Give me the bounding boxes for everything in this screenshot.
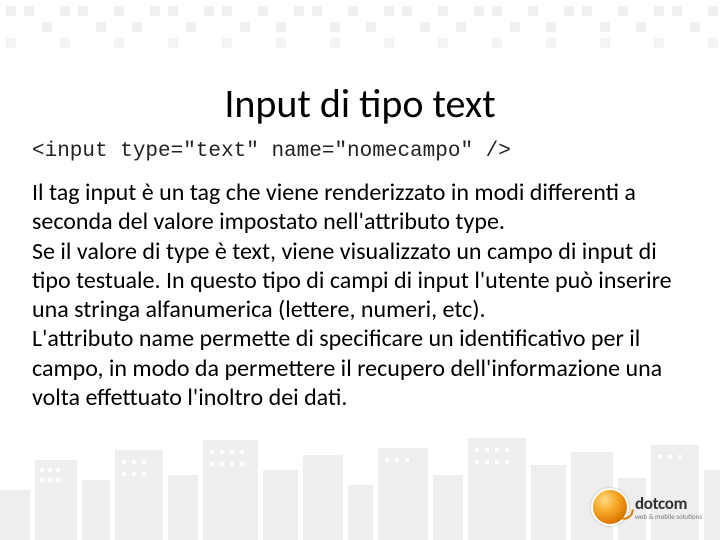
logo: dotcom web & mobile solutions: [591, 488, 702, 526]
logo-sphere-icon: [591, 488, 629, 526]
code-snippet: <input type="text" name="nomecampo" />: [32, 140, 511, 163]
body-paragraph: Il tag input è un tag che viene renderiz…: [32, 178, 680, 412]
slide-title: Input di tipo text: [0, 79, 720, 128]
logo-tagline: web & mobile solutions: [635, 513, 702, 520]
top-decoration: [0, 0, 720, 55]
logo-name: dotcom: [635, 495, 702, 512]
